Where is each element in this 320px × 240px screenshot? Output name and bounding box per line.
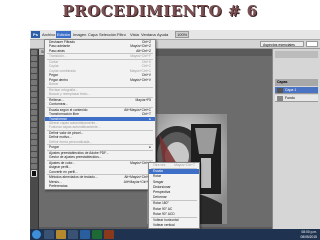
menu-item-buscar-reemplazar[interactable]: Buscar y reemplazar texto... [45,92,155,96]
layer-name: Capa 1 [285,88,297,92]
start-button-icon[interactable] [32,230,41,239]
workspace-select[interactable]: Aspectos esenciales [260,41,304,47]
submenu-item-deformar[interactable]: Deformar [149,195,199,200]
gradient-tool-icon[interactable] [31,116,37,121]
zoom-tool-icon[interactable] [31,164,37,169]
submenu-item-otra-vez[interactable]: Otra vez Mayús+Ctrl+T [149,163,199,168]
menu-item-fusionar-capas[interactable]: Fusionar capas automáticamente... [45,125,155,129]
media-player-taskbar-icon[interactable] [68,230,78,239]
ie-taskbar-icon[interactable] [44,230,54,239]
submenu-item-voltear-vertical[interactable]: Voltear vertical [149,223,199,228]
adjustments-panel-tab[interactable] [275,51,318,58]
menu-item-paso-atras[interactable]: Paso atrás Alt+Ctrl+Z [45,49,155,53]
pen-tool-icon[interactable] [31,134,37,139]
menu-ayuda[interactable]: Ayuda [156,31,169,38]
submenu-arrow-icon: ▸ [149,145,151,150]
brush-tool-icon[interactable] [31,92,37,97]
menu-item-preferencias[interactable]: Preferencias▸ [45,184,155,188]
transform-submenu: Otra vez Mayús+Ctrl+T Escala Rotar Sesgar… [148,162,200,230]
menu-item-convertir-perfil[interactable]: Convertir en perfil... [45,170,155,174]
menu-edicion[interactable]: Edición [56,31,72,38]
menu-archivo[interactable]: Archivo [41,31,56,38]
menu-imagen[interactable]: Imagen [72,31,87,38]
clone-stamp-tool-icon[interactable] [31,98,37,103]
foreground-color-swatch[interactable] [31,170,37,177]
eraser-tool-icon[interactable] [31,110,37,115]
hand-tool-icon[interactable] [31,158,37,163]
photoshop-taskbar-icon[interactable] [80,230,90,239]
crop-tool-icon[interactable] [31,74,37,79]
layers-panel-tab[interactable]: Capas [275,79,318,86]
app-taskbar-icon[interactable] [92,230,102,239]
panels-dock: Capas Capa 1 Fondo [272,49,320,229]
menu-item-borrar[interactable]: Borrar [45,82,155,86]
healing-brush-tool-icon[interactable] [31,86,37,91]
dodge-tool-icon[interactable] [31,128,37,133]
lasso-tool-icon[interactable] [31,62,37,67]
layer-thumbnail [277,88,283,93]
move-tool-icon[interactable] [31,50,37,55]
layer-row[interactable]: Fondo [275,95,318,102]
menu-item-transicion[interactable]: Transición... Mayús+Ctrl+F [45,54,155,58]
menu-filtro[interactable]: Filtro [116,31,127,38]
shape-tool-icon[interactable] [31,152,37,157]
magic-wand-tool-icon[interactable] [31,68,37,73]
menu-ventana[interactable]: Ventana [140,31,157,38]
layer-name: Fondo [285,96,295,100]
system-clock[interactable]: 08:00 p.m. 08/05/2015 [300,230,317,239]
menu-item-definir-forma[interactable]: Definir forma personalizada... [45,140,155,144]
edit-menu-dropdown: Deshacer Filtrado Ctrl+Z Paso adelante May… [44,39,156,190]
menu-item-purgar[interactable]: Purgar ▸ [45,145,155,149]
layer-row[interactable]: Capa 1 [275,87,318,94]
marquee-tool-icon[interactable] [31,56,37,61]
menu-item-contornear[interactable]: Contornear... [45,102,155,106]
explorer-taskbar-icon[interactable] [56,230,66,239]
layer-thumbnail [277,96,283,101]
app-taskbar-icon[interactable] [104,230,114,239]
type-tool-icon[interactable] [31,140,37,145]
menu-seleccion[interactable]: Selección [98,31,117,38]
tools-panel [30,49,39,229]
eyedropper-tool-icon[interactable] [31,80,37,85]
menu-item-gestor-ajustes[interactable]: Gestor de ajustes preestablecidos... [45,155,155,159]
zoom-select[interactable]: 100% [175,31,190,38]
menu-vista[interactable]: Vista [129,31,140,38]
search-input[interactable] [306,41,318,47]
history-brush-tool-icon[interactable] [31,104,37,109]
slide-title: PROCEDIMIENTO # 6 [62,2,258,20]
photoshop-logo: Ps [31,31,40,38]
path-selection-tool-icon[interactable] [31,146,37,151]
photoshop-window: Ps Archivo Edición Imagen Capa Selección… [30,30,320,240]
blur-tool-icon[interactable] [31,122,37,127]
menu-capa[interactable]: Capa [87,31,99,38]
windows-taskbar: 08:00 p.m. 08/05/2015 [30,229,320,240]
submenu-item-rotar-90-acd[interactable]: Rotar 90° ACD [149,212,199,217]
